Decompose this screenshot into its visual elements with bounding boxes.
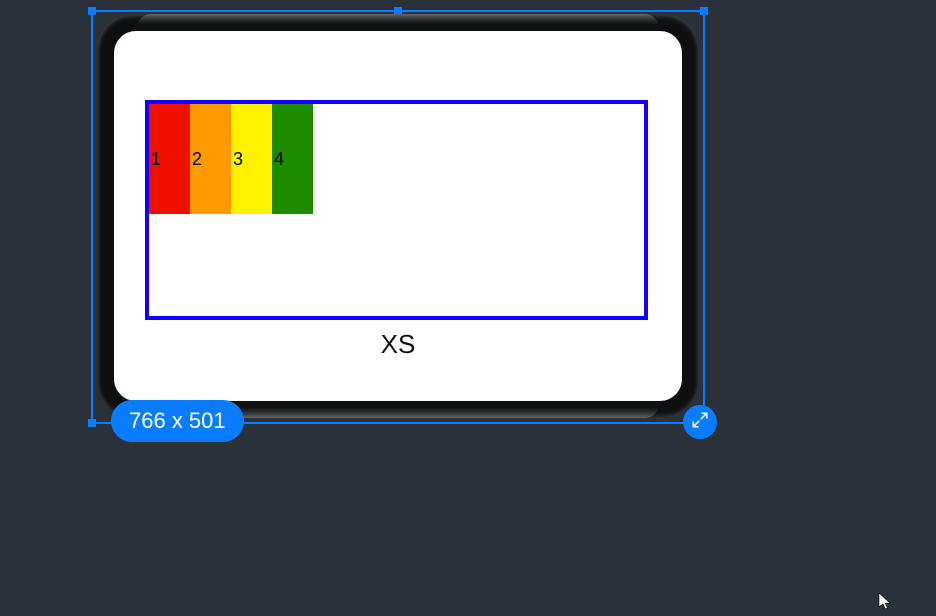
expand-diagonal-icon (691, 411, 709, 434)
dimensions-badge[interactable]: 766 x 501 (111, 400, 244, 442)
stripe-label: 4 (274, 149, 284, 170)
stripe-label: 1 (151, 149, 161, 170)
stripe-label: 3 (233, 149, 243, 170)
stripe-item: 3 (231, 104, 272, 214)
stripe-item: 2 (190, 104, 231, 214)
device-preview-frame[interactable]: 1 2 3 4 XS (97, 14, 699, 418)
layout-container: 1 2 3 4 (145, 100, 648, 320)
expand-handle[interactable] (683, 405, 717, 439)
stripe-label: 2 (192, 149, 202, 170)
stripe-item: 1 (149, 104, 190, 214)
stripe-item: 4 (272, 104, 313, 214)
device-screen: 1 2 3 4 XS (114, 31, 682, 401)
mouse-cursor-icon (878, 593, 892, 616)
resize-handle-top-right[interactable] (700, 7, 708, 15)
dimensions-text: 766 x 501 (129, 408, 226, 433)
resize-handle-bottom-left[interactable] (88, 419, 96, 427)
breakpoint-label: XS (114, 329, 682, 360)
resize-handle-top-left[interactable] (88, 7, 96, 15)
stripe-row: 1 2 3 4 (149, 104, 313, 214)
